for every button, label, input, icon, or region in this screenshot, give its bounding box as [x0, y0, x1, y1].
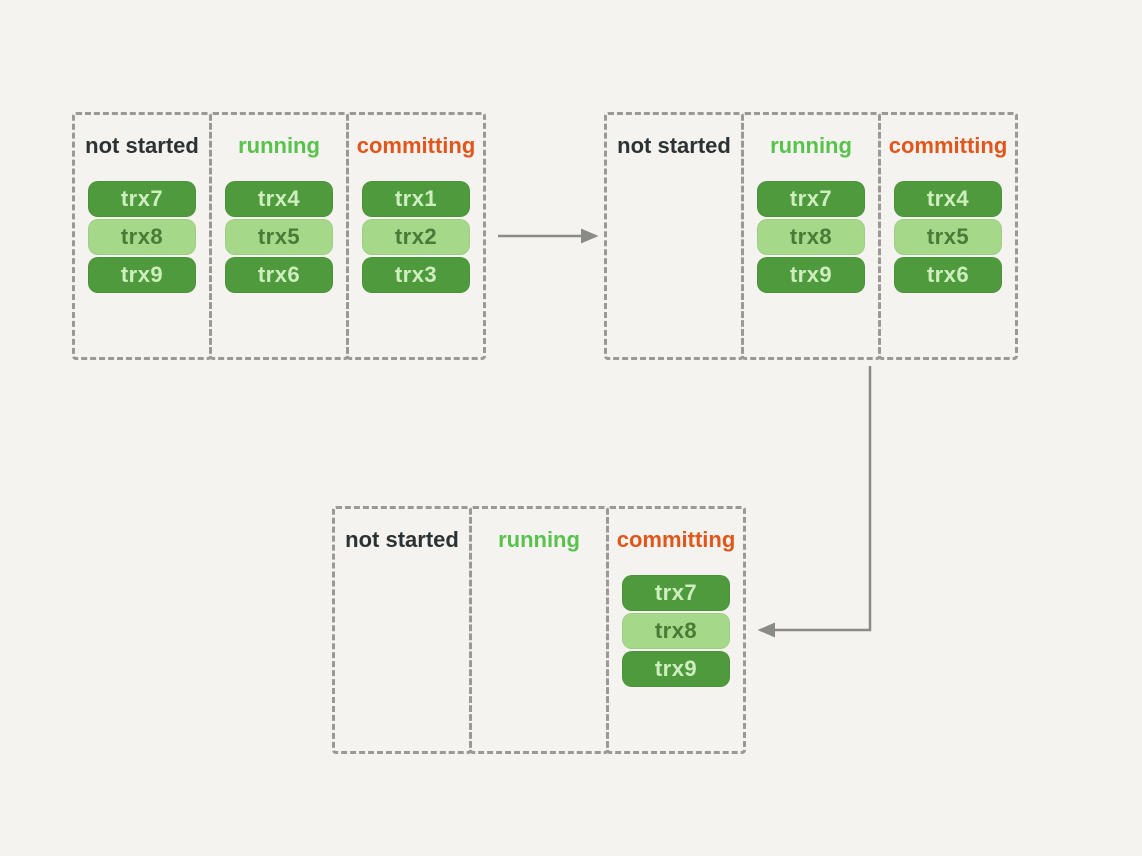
trx-item: trx5 — [894, 219, 1002, 255]
trx-item: trx7 — [757, 181, 865, 217]
header-notstarted: not started — [617, 135, 731, 157]
header-running: running — [498, 529, 580, 551]
trx-item: trx9 — [622, 651, 730, 687]
trx-item: trx4 — [894, 181, 1002, 217]
trx-item: trx7 — [622, 575, 730, 611]
trx-item: trx6 — [225, 257, 333, 293]
state-2-col-committing: committing trx4 trx5 trx6 — [878, 112, 1018, 360]
state-1-col-committing: committing trx1 trx2 trx3 — [346, 112, 486, 360]
header-notstarted: not started — [85, 135, 199, 157]
state-2-running-stack: trx7 trx8 trx9 — [757, 181, 865, 293]
trx-item: trx8 — [88, 219, 196, 255]
trx-item: trx4 — [225, 181, 333, 217]
header-committing: committing — [889, 135, 1008, 157]
state-2-col-notstarted: not started — [604, 112, 744, 360]
trx-item: trx7 — [88, 181, 196, 217]
state-1-col-running: running trx4 trx5 trx6 — [209, 112, 349, 360]
trx-item: trx3 — [362, 257, 470, 293]
trx-item: trx2 — [362, 219, 470, 255]
diagram-stage: not started trx7 trx8 trx9 running trx4 … — [0, 0, 1142, 856]
trx-item: trx5 — [225, 219, 333, 255]
state-3-col-committing: committing trx7 trx8 trx9 — [606, 506, 746, 754]
state-2-committing-stack: trx4 trx5 trx6 — [894, 181, 1002, 293]
trx-item: trx1 — [362, 181, 470, 217]
header-committing: committing — [357, 135, 476, 157]
state-1-committing-stack: trx1 trx2 trx3 — [362, 181, 470, 293]
trx-item: trx9 — [88, 257, 196, 293]
state-1-notstarted-stack: trx7 trx8 trx9 — [88, 181, 196, 293]
state-3-col-running: running — [469, 506, 609, 754]
trx-item: trx8 — [622, 613, 730, 649]
trx-item: trx8 — [757, 219, 865, 255]
state-1-col-notstarted: not started trx7 trx8 trx9 — [72, 112, 212, 360]
state-3-col-notstarted: not started — [332, 506, 472, 754]
trx-item: trx9 — [757, 257, 865, 293]
header-committing: committing — [617, 529, 736, 551]
state-1: not started trx7 trx8 trx9 running trx4 … — [72, 112, 486, 360]
arrow-2-to-3 — [760, 366, 870, 630]
header-running: running — [238, 135, 320, 157]
state-3-committing-stack: trx7 trx8 trx9 — [622, 575, 730, 687]
header-notstarted: not started — [345, 529, 459, 551]
trx-item: trx6 — [894, 257, 1002, 293]
state-2: not started running trx7 trx8 trx9 commi… — [604, 112, 1018, 360]
header-running: running — [770, 135, 852, 157]
state-1-running-stack: trx4 trx5 trx6 — [225, 181, 333, 293]
state-2-col-running: running trx7 trx8 trx9 — [741, 112, 881, 360]
state-3: not started running committing trx7 trx8… — [332, 506, 746, 754]
